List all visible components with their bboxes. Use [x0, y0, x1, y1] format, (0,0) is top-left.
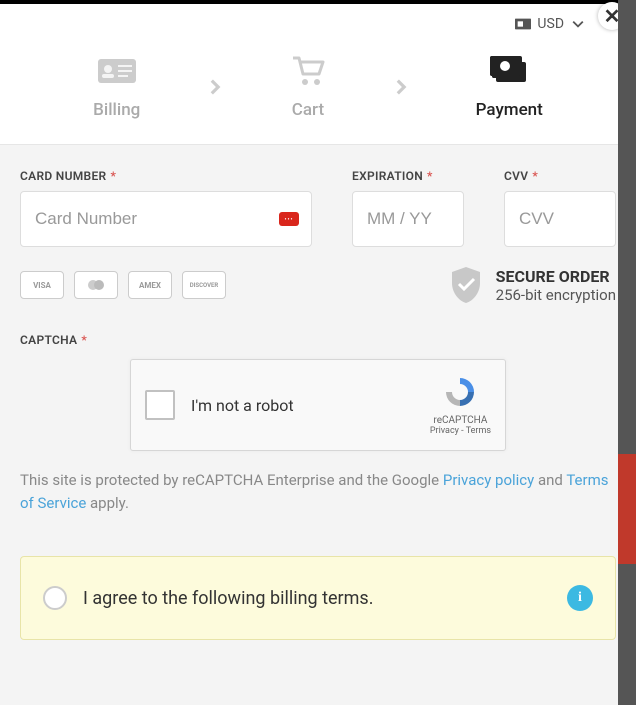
cvv-input[interactable] — [519, 209, 601, 229]
card-number-input[interactable] — [35, 209, 297, 229]
accepted-cards: VISA AMEX DISCOVER — [20, 271, 226, 299]
chevron-down-icon — [570, 18, 586, 30]
recaptcha-logo-icon — [430, 374, 491, 413]
expiration-label: EXPIRATION* — [352, 169, 464, 183]
recaptcha-privacy-link[interactable]: Privacy — [430, 426, 459, 436]
info-icon[interactable]: i — [567, 585, 593, 611]
expiration-field: EXPIRATION* — [352, 169, 464, 247]
secure-subtitle: 256-bit encryption — [496, 286, 616, 304]
step-payment-label: Payment — [476, 100, 543, 120]
amex-logo: AMEX — [128, 271, 172, 299]
agree-terms-text: I agree to the following billing terms. — [83, 588, 551, 609]
mastercard-logo — [74, 271, 118, 299]
recaptcha-label: I'm not a robot — [191, 396, 430, 415]
recaptcha-checkbox[interactable] — [145, 390, 175, 420]
captcha-label: CAPTCHA* — [20, 333, 616, 347]
recaptcha-brand: reCAPTCHA — [430, 415, 491, 426]
secure-title: SECURE ORDER — [496, 267, 616, 286]
agree-terms-radio[interactable] — [43, 586, 67, 610]
cvv-label: CVV* — [504, 169, 616, 183]
checkout-steps: Billing Cart Payment — [20, 36, 616, 144]
privacy-policy-link[interactable]: Privacy policy — [443, 471, 534, 489]
discover-logo: DISCOVER — [182, 271, 226, 299]
currency-icon — [515, 18, 531, 30]
payment-icon — [488, 56, 530, 86]
cvv-field: CVV* — [504, 169, 616, 247]
card-number-label: CARD NUMBER* — [20, 169, 312, 183]
chevron-right-icon — [393, 79, 409, 95]
card-number-field: CARD NUMBER* ••• — [20, 169, 312, 247]
currency-selector[interactable]: USD — [20, 12, 616, 36]
legal-text: This site is protected by reCAPTCHA Ente… — [20, 469, 616, 514]
shield-icon — [448, 265, 484, 305]
expiration-input[interactable] — [367, 209, 449, 229]
step-billing[interactable]: Billing — [93, 54, 140, 120]
chevron-right-icon — [207, 79, 223, 95]
recaptcha-widget: I'm not a robot reCAPTCHA Privacy - Term… — [130, 359, 506, 451]
billing-icon — [98, 57, 136, 85]
secure-order-badge: SECURE ORDER 256-bit encryption — [448, 265, 616, 305]
background-edge — [618, 0, 636, 705]
step-cart-label: Cart — [292, 100, 324, 120]
currency-code: USD — [537, 16, 564, 32]
visa-logo: VISA — [20, 271, 64, 299]
step-cart[interactable]: Cart — [289, 54, 327, 120]
recaptcha-terms-link[interactable]: Terms — [466, 426, 491, 436]
step-billing-label: Billing — [93, 100, 140, 120]
billing-terms-box: I agree to the following billing terms. … — [20, 556, 616, 640]
cart-icon — [289, 54, 327, 88]
card-brand-icon: ••• — [279, 212, 299, 226]
step-payment[interactable]: Payment — [476, 54, 543, 120]
